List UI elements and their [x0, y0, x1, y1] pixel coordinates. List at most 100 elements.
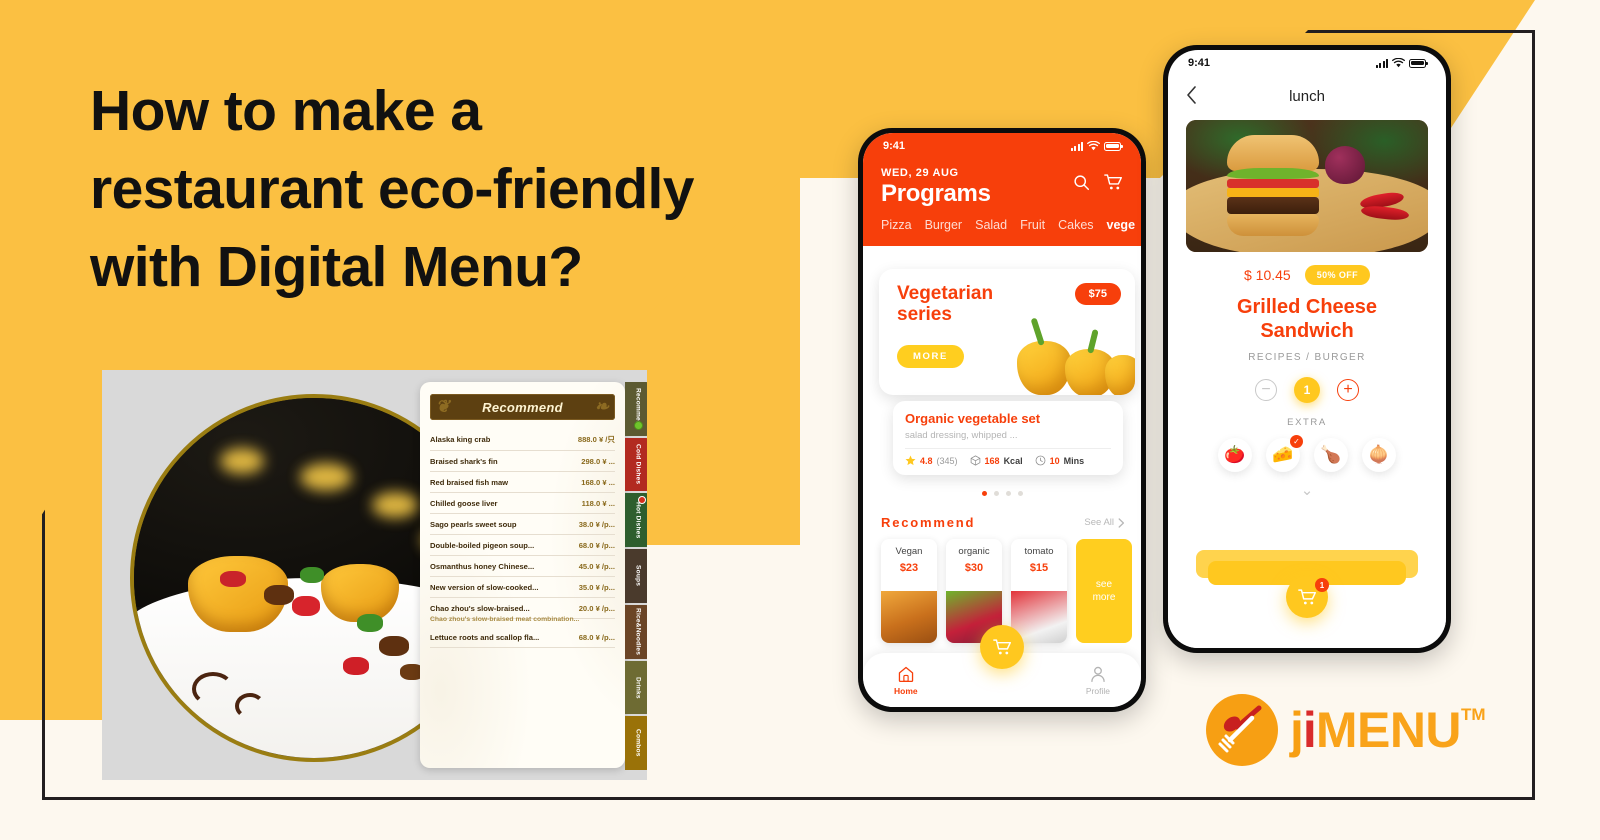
quantity-increment-button[interactable]: + [1337, 379, 1359, 401]
recommend-card-thumbnail [881, 591, 937, 643]
chevron-down-icon[interactable]: ⌄ [1168, 481, 1446, 499]
carousel-dot[interactable] [981, 491, 987, 496]
menu-item-price: 45.0 ¥ /p... [578, 562, 615, 571]
tomato-icon[interactable]: 🍅 [1218, 438, 1252, 472]
chevron-left-icon[interactable] [1186, 86, 1197, 104]
extras-row[interactable]: 🍅 🧀 ✓ 🍗 🧅 [1168, 435, 1446, 472]
recommend-card-price: $30 [964, 562, 984, 574]
check-icon: ✓ [1290, 435, 1303, 448]
menu-category-tab[interactable]: Recommend [625, 382, 647, 436]
search-icon[interactable] [1073, 174, 1090, 191]
menu-item-row[interactable]: Braised shark's fin 298.0 ¥ ... [430, 451, 615, 472]
menu-category-tab[interactable]: Rice&Noodles [625, 604, 647, 659]
quantity-stepper[interactable]: − 1 + [1168, 377, 1446, 403]
logo-trademark: TM [1461, 705, 1486, 724]
dish-hero-image [1186, 120, 1428, 252]
promo-card[interactable]: Vegetarian series $75 MORE [879, 269, 1135, 395]
red-pepper-piece [292, 596, 321, 616]
phone2-nav-bar: lunch [1168, 76, 1446, 116]
logo-menu-text: MENU [1315, 702, 1462, 758]
category-chip[interactable]: Burger [925, 218, 963, 232]
category-chip[interactable]: vege [1107, 218, 1136, 232]
menu-category-tab[interactable]: Hot Dishes [625, 493, 647, 548]
menu-item-row[interactable]: Osmanthus honey Chinese... 45.0 ¥ /p... [430, 556, 615, 577]
battery-full-icon [1104, 141, 1123, 151]
menu-category-tabs[interactable]: Recommend Cold Dishes Hot Dishes Soups Rice&… [625, 382, 647, 771]
phone2-screen: 9:41 lunch $ 10.45 50% OFF Grilled Chees… [1168, 50, 1446, 648]
quantity-value: 1 [1294, 377, 1320, 403]
category-chip[interactable]: Salad [975, 218, 1007, 232]
menu-category-tab[interactable]: Combos [625, 716, 647, 771]
price-row: $ 10.45 50% OFF [1168, 265, 1446, 285]
menu-category-tab[interactable]: Drinks [625, 660, 647, 715]
yellow-pepper [1017, 341, 1071, 395]
category-chip[interactable]: Cakes [1058, 218, 1093, 232]
menu-item-row[interactable]: Chilled goose liver 118.0 ¥ ... [430, 493, 615, 514]
headline-line-1: How to make a [90, 79, 482, 143]
menu-category-tab[interactable]: Soups [625, 549, 647, 603]
quantity-decrement-button[interactable]: − [1255, 379, 1277, 401]
menu-item-row[interactable]: New version of slow-cooked... 35.0 ¥ /p..… [430, 577, 615, 598]
meat-piece [378, 635, 409, 656]
flourish-ornament-icon: ❦ [435, 397, 451, 416]
page-title: How to make a restaurant eco-friendly wi… [90, 72, 770, 306]
menu-category-tab-label: Combos [634, 729, 642, 757]
menu-item-name: Lettuce roots and scallop fla... [430, 633, 540, 642]
yellow-pepper [1105, 355, 1135, 395]
promo-title-line1: Vegetarian [897, 283, 994, 304]
category-chip[interactable]: Pizza [881, 218, 912, 232]
onion-icon[interactable]: 🧅 [1362, 438, 1396, 472]
menu-item-name: Double-boiled pigeon soup... [430, 541, 535, 550]
phone1-title-row: WED, 29 AUG Programs [863, 159, 1141, 208]
pepper-illustration [1011, 315, 1135, 395]
menu-item-row[interactable]: Sago pearls sweet soup 38.0 ¥ /p... [430, 514, 615, 535]
cart-fab-button[interactable]: 1 [1286, 576, 1329, 618]
promo-more-button[interactable]: MORE [897, 345, 964, 368]
recommend-card[interactable]: Vegan $23 [881, 539, 937, 643]
carousel-dots[interactable] [863, 491, 1141, 496]
menu-category-tab[interactable]: Cold Dishes [625, 437, 647, 492]
menu-item-row[interactable]: Lettuce roots and scallop fla... 68.0 ¥ /… [430, 627, 615, 648]
chicken-leg-icon[interactable]: 🍗 [1314, 438, 1348, 472]
dish-title-line2: Sandwich [1260, 320, 1354, 342]
menu-item-name: Chao zhou's slow-braised... [430, 604, 530, 613]
menu-item-row[interactable]: Alaska king crab 888.0 ¥ /只 [430, 428, 615, 451]
category-chip[interactable]: Fruit [1020, 218, 1045, 232]
time-unit: Mins [1063, 455, 1085, 466]
menu-item-row[interactable]: Double-boiled pigeon soup... 68.0 ¥ /p... [430, 535, 615, 556]
menu-item-price: 20.0 ¥ /p... [578, 604, 615, 613]
tab-home[interactable]: Home [894, 665, 918, 696]
dish-metrics: 4.8 (345) 168 Kcal 10 Mins [905, 455, 1111, 466]
bun-bottom [1227, 214, 1320, 237]
menu-category-tab-label: Drinks [634, 676, 642, 699]
cart-icon[interactable] [1104, 173, 1123, 191]
calorie-unit: Kcal [1003, 455, 1023, 466]
menu-category-tab-label: Soups [634, 565, 642, 587]
bokeh-blob [299, 462, 352, 491]
see-more-card[interactable]: see more [1076, 539, 1132, 643]
tablet-menu-card: ❦ Recommend ❧ Alaska king crab 888.0 ¥ /只… [420, 382, 625, 768]
cheese-icon[interactable]: 🧀 ✓ [1266, 435, 1303, 472]
dish-info-card[interactable]: Organic vegetable set salad dressing, wh… [893, 401, 1123, 475]
menu-item-name: Chilled goose liver [430, 499, 498, 508]
menu-item-price: 298.0 ¥ ... [581, 457, 615, 466]
menu-item-list[interactable]: Alaska king crab 888.0 ¥ /只 Braised shark'… [420, 426, 625, 648]
carousel-dot[interactable] [993, 491, 999, 496]
cart-fab-button[interactable] [980, 625, 1024, 669]
logo-letter-j: j [1290, 702, 1304, 758]
spoon-fork-circle-icon [1206, 694, 1278, 766]
see-all-link[interactable]: See All [1084, 517, 1125, 528]
menu-item-row[interactable]: Red braised fish maw 168.0 ¥ ... [430, 472, 615, 493]
category-chip-row[interactable]: Pizza Burger Salad Fruit Cakes vege [863, 208, 1141, 232]
sauce-swirl [191, 671, 234, 706]
carousel-dot[interactable] [1017, 491, 1023, 496]
cart-icon [992, 639, 1011, 655]
carousel-dot[interactable] [1005, 491, 1011, 496]
chevron-right-icon [1118, 517, 1125, 528]
beef-patty [1227, 197, 1320, 215]
tab-profile[interactable]: Profile [1086, 665, 1110, 696]
digital-menu-illustration: ❦ Recommend ❧ Alaska king crab 888.0 ¥ /只… [102, 370, 647, 780]
promo-title-line2: series [897, 304, 952, 326]
meat-piece [263, 585, 294, 606]
recommend-card[interactable]: tomato $15 [1011, 539, 1067, 643]
